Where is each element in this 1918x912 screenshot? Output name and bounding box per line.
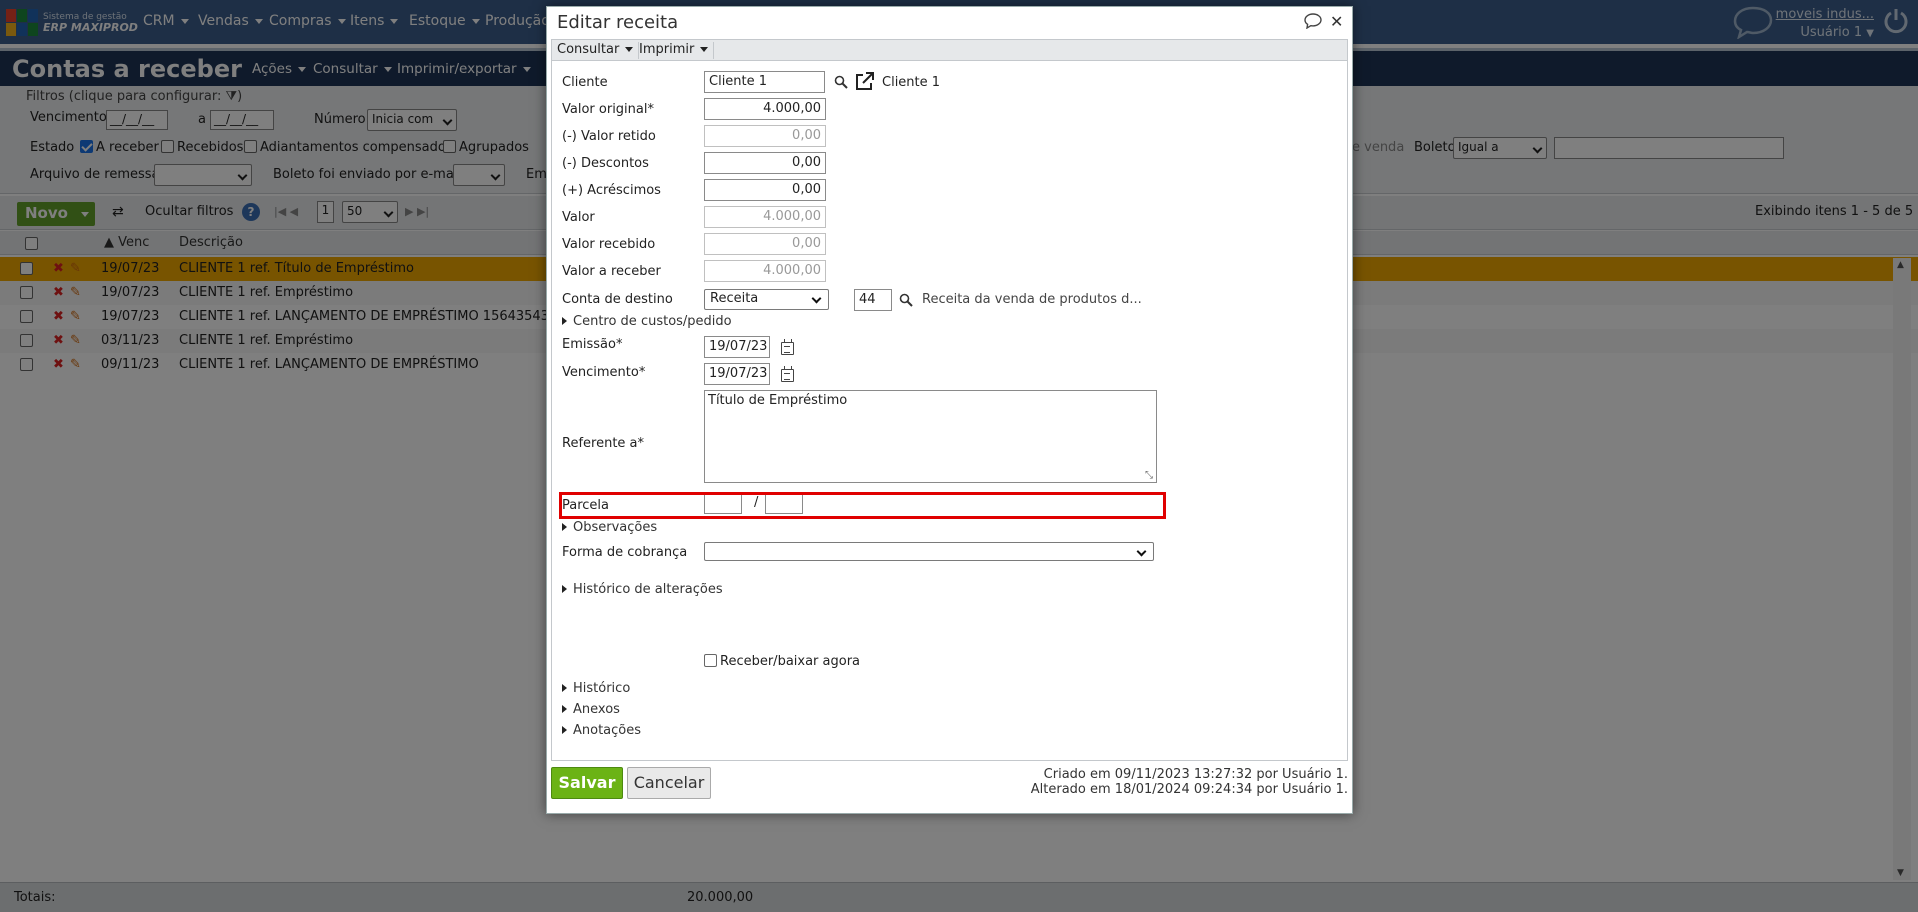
checkbox-icon[interactable] [704, 654, 717, 667]
vencimento-input[interactable]: 19/07/23 [704, 363, 770, 385]
valor-a-receber-label: Valor a receber [562, 264, 661, 279]
comment-icon[interactable] [1304, 13, 1322, 29]
referente-textarea[interactable]: Título de Empréstimo [704, 390, 1157, 483]
anexos-expander[interactable]: Anexos [562, 702, 620, 717]
search-icon[interactable] [834, 75, 848, 89]
referente-label: Referente a* [562, 436, 645, 451]
valor-input: 4.000,00 [704, 206, 826, 228]
conta-destino-label: Conta de destino [562, 292, 673, 307]
forma-cobranca-highlight [559, 492, 1166, 519]
cancelar-button[interactable]: Cancelar [627, 767, 711, 799]
valor-retido-input: 0,00 [704, 125, 826, 147]
valor-original-label: Valor original* [562, 102, 654, 117]
criado-em-text: Criado em 09/11/2023 13:27:32 por Usuári… [1043, 767, 1348, 782]
calendar-icon[interactable] [781, 339, 794, 355]
observacoes-expander[interactable]: Observações [562, 520, 657, 535]
historico-alteracoes-expander[interactable]: Histórico de alterações [562, 582, 723, 597]
cliente-input[interactable]: Cliente 1 [704, 71, 825, 93]
editar-receita-dialog: Editar receita ✕ Consultar Imprimir Clie… [546, 6, 1353, 814]
external-link-icon[interactable] [855, 72, 874, 91]
acrescimos-input[interactable]: 0,00 [704, 179, 826, 201]
vencimento-label: Vencimento* [562, 365, 646, 380]
emissao-label: Emissão* [562, 337, 623, 352]
receber-agora-label: Receber/baixar agora [720, 654, 861, 669]
conta-destino-descricao: Receita da venda de produtos d... [922, 292, 1142, 307]
valor-retido-label: (-) Valor retido [562, 129, 656, 144]
resize-handle-icon[interactable]: ⤡ [1145, 470, 1153, 481]
calendar-icon[interactable] [781, 366, 794, 382]
audit-info: Criado em 09/11/2023 13:27:32 por Usuári… [1031, 767, 1348, 797]
alterado-em-text: Alterado em 18/01/2024 09:24:34 por Usuá… [1030, 782, 1348, 797]
cliente-link[interactable]: Cliente 1 [882, 75, 940, 90]
acrescimos-label: (+) Acréscimos [562, 183, 661, 198]
valor-original-input[interactable]: 4.000,00 [704, 98, 826, 120]
dialog-form: Cliente Cliente 1 Cliente 1 Valor origin… [551, 61, 1348, 761]
descontos-label: (-) Descontos [562, 156, 649, 171]
forma-cobranca-label: Forma de cobrança [562, 545, 688, 560]
salvar-button[interactable]: Salvar [551, 767, 623, 799]
centro-custos-expander[interactable]: Centro de custos/pedido [562, 314, 732, 329]
conta-destino-tipo-select[interactable]: Receita [704, 289, 829, 310]
emissao-input[interactable]: 19/07/23 [704, 336, 770, 358]
valor-recebido-input: 0,00 [704, 233, 826, 255]
dialog-menubar: Consultar Imprimir [551, 39, 1348, 61]
valor-a-receber-input: 4.000,00 [704, 260, 826, 282]
valor-recebido-label: Valor recebido [562, 237, 656, 252]
search-icon[interactable] [899, 293, 913, 307]
descontos-input[interactable]: 0,00 [704, 152, 826, 174]
close-icon[interactable]: ✕ [1330, 12, 1343, 31]
dialog-menu-consultar[interactable]: Consultar [552, 42, 640, 59]
cliente-label: Cliente [562, 75, 608, 90]
valor-label: Valor [562, 210, 595, 225]
conta-destino-codigo-input[interactable]: 44 [854, 289, 892, 311]
receber-agora-checkbox[interactable]: Receber/baixar agora [704, 654, 860, 669]
anotacoes-expander[interactable]: Anotações [562, 723, 641, 738]
dialog-menu-imprimir[interactable]: Imprimir [634, 42, 715, 59]
dialog-title: Editar receita [557, 12, 679, 33]
forma-cobranca-select[interactable] [704, 542, 1154, 561]
historico-expander[interactable]: Histórico [562, 681, 630, 696]
